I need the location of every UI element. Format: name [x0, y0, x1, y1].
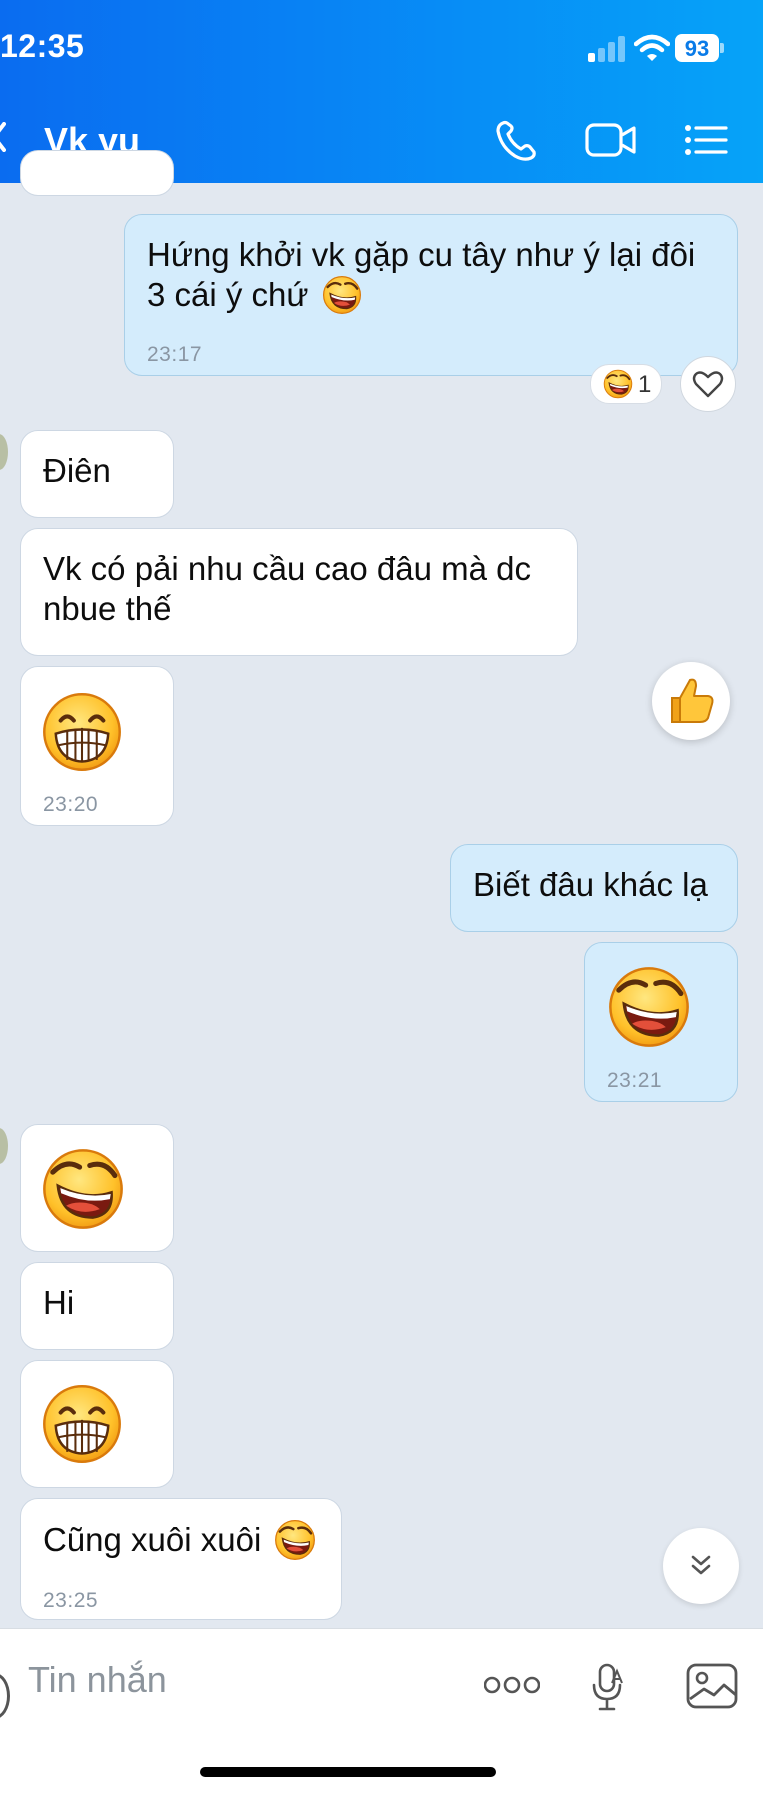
message-text: Điên [43, 452, 111, 489]
more-icon[interactable] [484, 1675, 540, 1695]
sticker-bubble-incoming[interactable]: 23:20 [20, 666, 174, 826]
message-bubble-partial [20, 150, 174, 196]
menu-list-icon[interactable] [682, 118, 730, 162]
heart-icon [692, 371, 724, 398]
laughing-emoji-icon [41, 1147, 125, 1231]
mic-icon[interactable] [590, 1663, 626, 1711]
message-text: Biết đâu khác lạ [473, 866, 708, 903]
message-text: Cũng xuôi xuôi [43, 1521, 262, 1558]
avatar[interactable] [0, 434, 8, 470]
image-icon[interactable] [686, 1663, 738, 1709]
laughing-emoji-icon [274, 1519, 316, 1561]
message-input[interactable]: Tin nhắn [28, 1659, 167, 1701]
home-indicator [200, 1767, 496, 1777]
video-icon[interactable] [584, 118, 638, 162]
message-bubble-incoming[interactable]: Hi [20, 1262, 174, 1350]
avatar[interactable] [0, 1128, 8, 1164]
thumbs-up-icon [671, 678, 714, 723]
message-bubble-incoming[interactable]: Vk có pải nhu cầu cao đâu mà dc nbue thế [20, 528, 578, 656]
grinning-emoji-icon [41, 1383, 123, 1465]
back-chevron-icon[interactable] [0, 122, 6, 152]
sticker-bubble-outgoing[interactable]: 23:21 [584, 942, 738, 1102]
emoji-button-edge[interactable] [0, 1673, 10, 1719]
battery-level: 93 [684, 36, 710, 61]
grinning-emoji-icon [41, 691, 123, 773]
message-time: 23:25 [43, 1589, 99, 1612]
chevron-double-down-icon [691, 1555, 711, 1575]
reaction-count: 1 [638, 371, 652, 398]
message-bubble-incoming[interactable]: Cũng xuôi xuôi 23:25 [20, 1498, 342, 1620]
battery-indicator: 93 [675, 34, 725, 62]
laughing-emoji-icon [607, 965, 691, 1049]
message-time: 23:17 [147, 343, 203, 366]
status-time: 12:35 [0, 28, 85, 64]
message-time: 23:21 [607, 1069, 663, 1092]
sticker-bubble-incoming[interactable] [20, 1124, 174, 1252]
message-text: Vk có pải nhu cầu cao đâu mà dc nbue thế [43, 550, 531, 627]
message-bubble-incoming[interactable]: Điên [20, 430, 174, 518]
laughing-emoji-icon [322, 275, 362, 315]
wifi-icon [634, 34, 670, 61]
reaction-badge[interactable]: 1 [590, 364, 662, 404]
heart-react-button[interactable] [680, 356, 736, 412]
message-time: 23:20 [43, 793, 99, 816]
laughing-emoji-icon [603, 369, 633, 399]
signal-icon [588, 36, 625, 62]
message-bubble-outgoing[interactable]: Biết đâu khác lạ [450, 844, 738, 932]
sticker-bubble-incoming[interactable] [20, 1360, 174, 1488]
message-text: Hi [43, 1284, 75, 1321]
phone-icon[interactable] [494, 118, 542, 162]
scroll-to-bottom-button[interactable] [663, 1528, 739, 1604]
message-composer: Tin nhắn [0, 1628, 763, 1793]
quick-like-button[interactable] [652, 662, 730, 740]
message-text: Hứng khởi vk gặp cu tây như ý lại đôi 3 … [147, 236, 696, 313]
message-bubble-outgoing[interactable]: Hứng khởi vk gặp cu tây như ý lại đôi 3 … [124, 214, 738, 376]
